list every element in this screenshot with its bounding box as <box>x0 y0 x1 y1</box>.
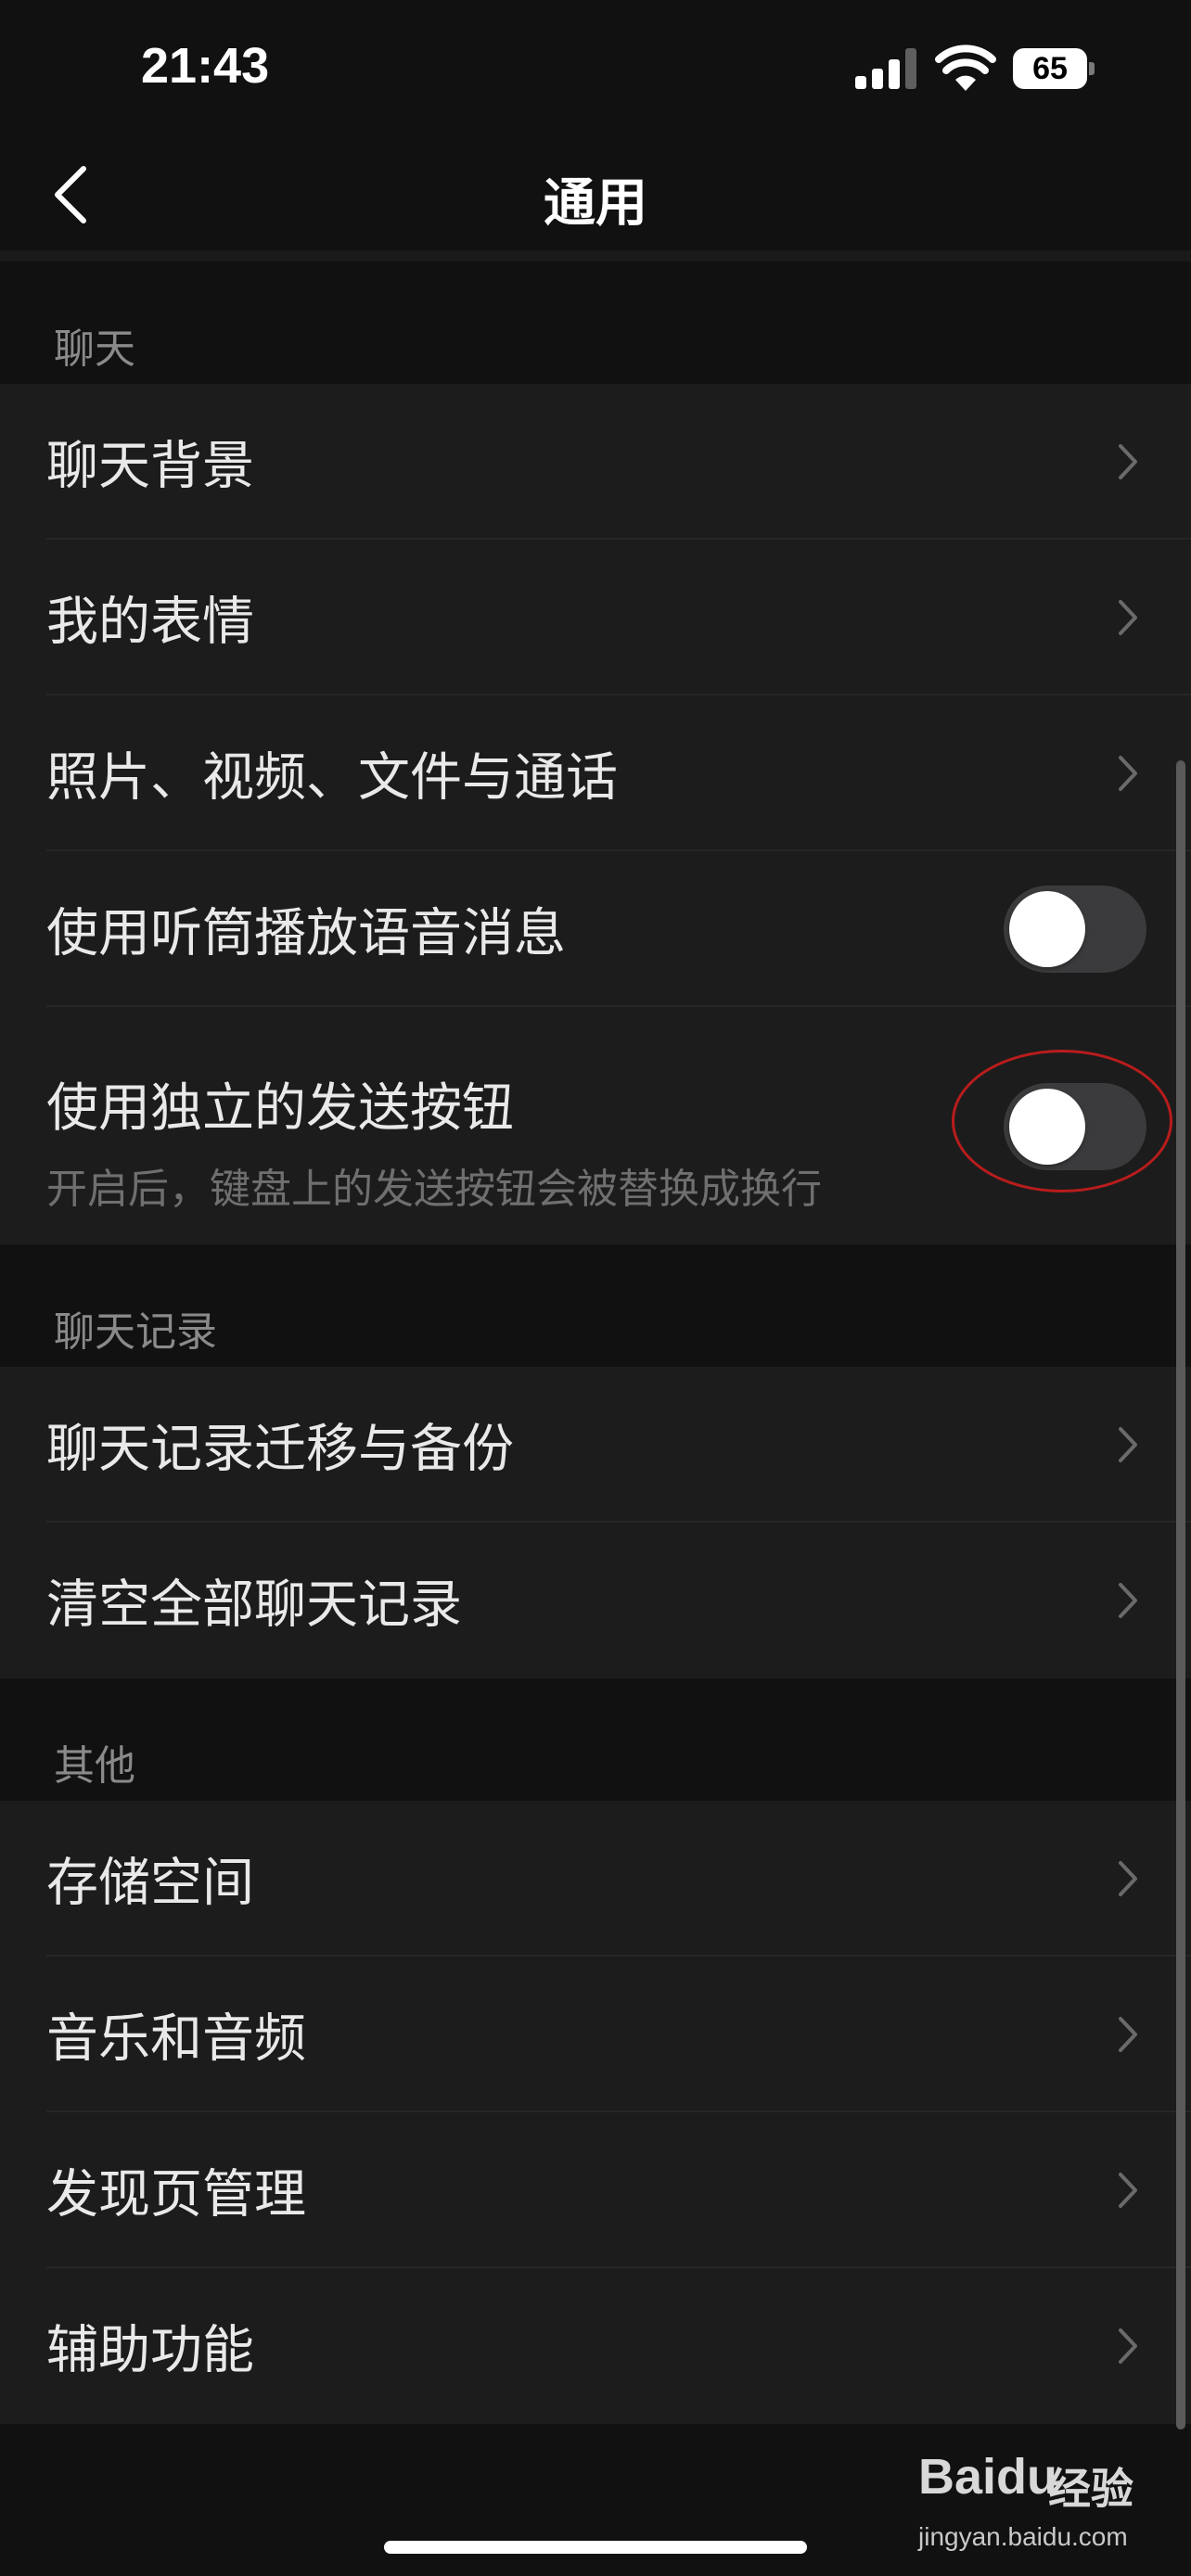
settings-row-chat-background[interactable]: 聊天背景 <box>0 384 1191 540</box>
other-settings-group: 存储空间 音乐和音频 发现页管理 辅助功能 <box>0 1801 1191 2424</box>
settings-row-discover-management[interactable]: 发现页管理 <box>0 2112 1191 2268</box>
chevron-right-icon <box>1119 1583 1137 1618</box>
chevron-right-icon <box>1119 1427 1137 1462</box>
section-header-history: 聊天记录 <box>54 1308 217 1356</box>
row-label: 辅助功能 <box>46 2320 254 2381</box>
row-label: 使用听筒播放语音消息 <box>46 903 566 964</box>
settings-row-media[interactable]: 照片、视频、文件与通话 <box>0 695 1191 851</box>
chevron-right-icon <box>1119 756 1137 791</box>
chevron-right-icon <box>1119 444 1137 479</box>
row-label: 我的表情 <box>46 592 254 653</box>
row-label: 清空全部聊天记录 <box>46 1575 462 1636</box>
battery-level: 65 <box>1032 51 1068 86</box>
wifi-icon <box>935 45 996 91</box>
scrollbar[interactable] <box>1176 760 1185 2429</box>
row-label: 照片、视频、文件与通话 <box>46 747 618 809</box>
chevron-right-icon <box>1119 1861 1137 1896</box>
baidu-jingyan-watermark: Baidu 经验 jingyan.baidu.com <box>918 2448 1159 2551</box>
status-time: 21:43 <box>141 38 270 94</box>
row-label: 发现页管理 <box>46 2164 306 2225</box>
settings-row-migrate-backup[interactable]: 聊天记录迁移与备份 <box>0 1367 1191 1523</box>
settings-row-music-audio[interactable]: 音乐和音频 <box>0 1957 1191 2112</box>
battery-icon: 65 <box>1013 48 1095 89</box>
row-label: 聊天记录迁移与备份 <box>46 1419 514 1480</box>
chevron-right-icon <box>1119 2328 1137 2364</box>
toggle-knob <box>1009 891 1085 967</box>
settings-row-earpiece: 使用听筒播放语音消息 <box>0 851 1191 1007</box>
row-description: 开启后，键盘上的发送按钮会被替换成换行 <box>46 1166 822 1213</box>
row-label: 音乐和音频 <box>46 2009 306 2070</box>
watermark-logo: Baidu <box>918 2449 1058 2505</box>
row-label: 聊天背景 <box>46 436 254 497</box>
settings-row-storage[interactable]: 存储空间 <box>0 1801 1191 1957</box>
status-bar: 21:43 65 <box>0 0 1191 139</box>
section-header-chat: 聊天 <box>54 325 135 373</box>
page-title: 通用 <box>544 173 647 234</box>
nav-divider <box>0 250 1191 261</box>
highlight-circle <box>952 1050 1172 1192</box>
nav-bar: 通用 <box>0 139 1191 250</box>
section-header-other: 其他 <box>54 1742 135 1790</box>
history-settings-group: 聊天记录迁移与备份 清空全部聊天记录 <box>0 1367 1191 1678</box>
watermark-url: jingyan.baidu.com <box>918 2522 1128 2551</box>
row-label: 存储空间 <box>46 1853 254 1914</box>
chevron-right-icon <box>1119 2173 1137 2208</box>
settings-row-my-stickers[interactable]: 我的表情 <box>0 540 1191 695</box>
row-label: 使用独立的发送按钮 <box>46 1078 514 1139</box>
settings-row-accessibility[interactable]: 辅助功能 <box>0 2268 1191 2424</box>
earpiece-toggle[interactable] <box>1004 886 1146 973</box>
home-indicator[interactable] <box>384 2541 807 2554</box>
signal-icon <box>855 48 916 89</box>
settings-row-clear-history[interactable]: 清空全部聊天记录 <box>0 1523 1191 1678</box>
chevron-right-icon <box>1119 600 1137 635</box>
watermark-label: 经验 <box>1048 2464 1133 2514</box>
chevron-right-icon <box>1119 2017 1137 2052</box>
